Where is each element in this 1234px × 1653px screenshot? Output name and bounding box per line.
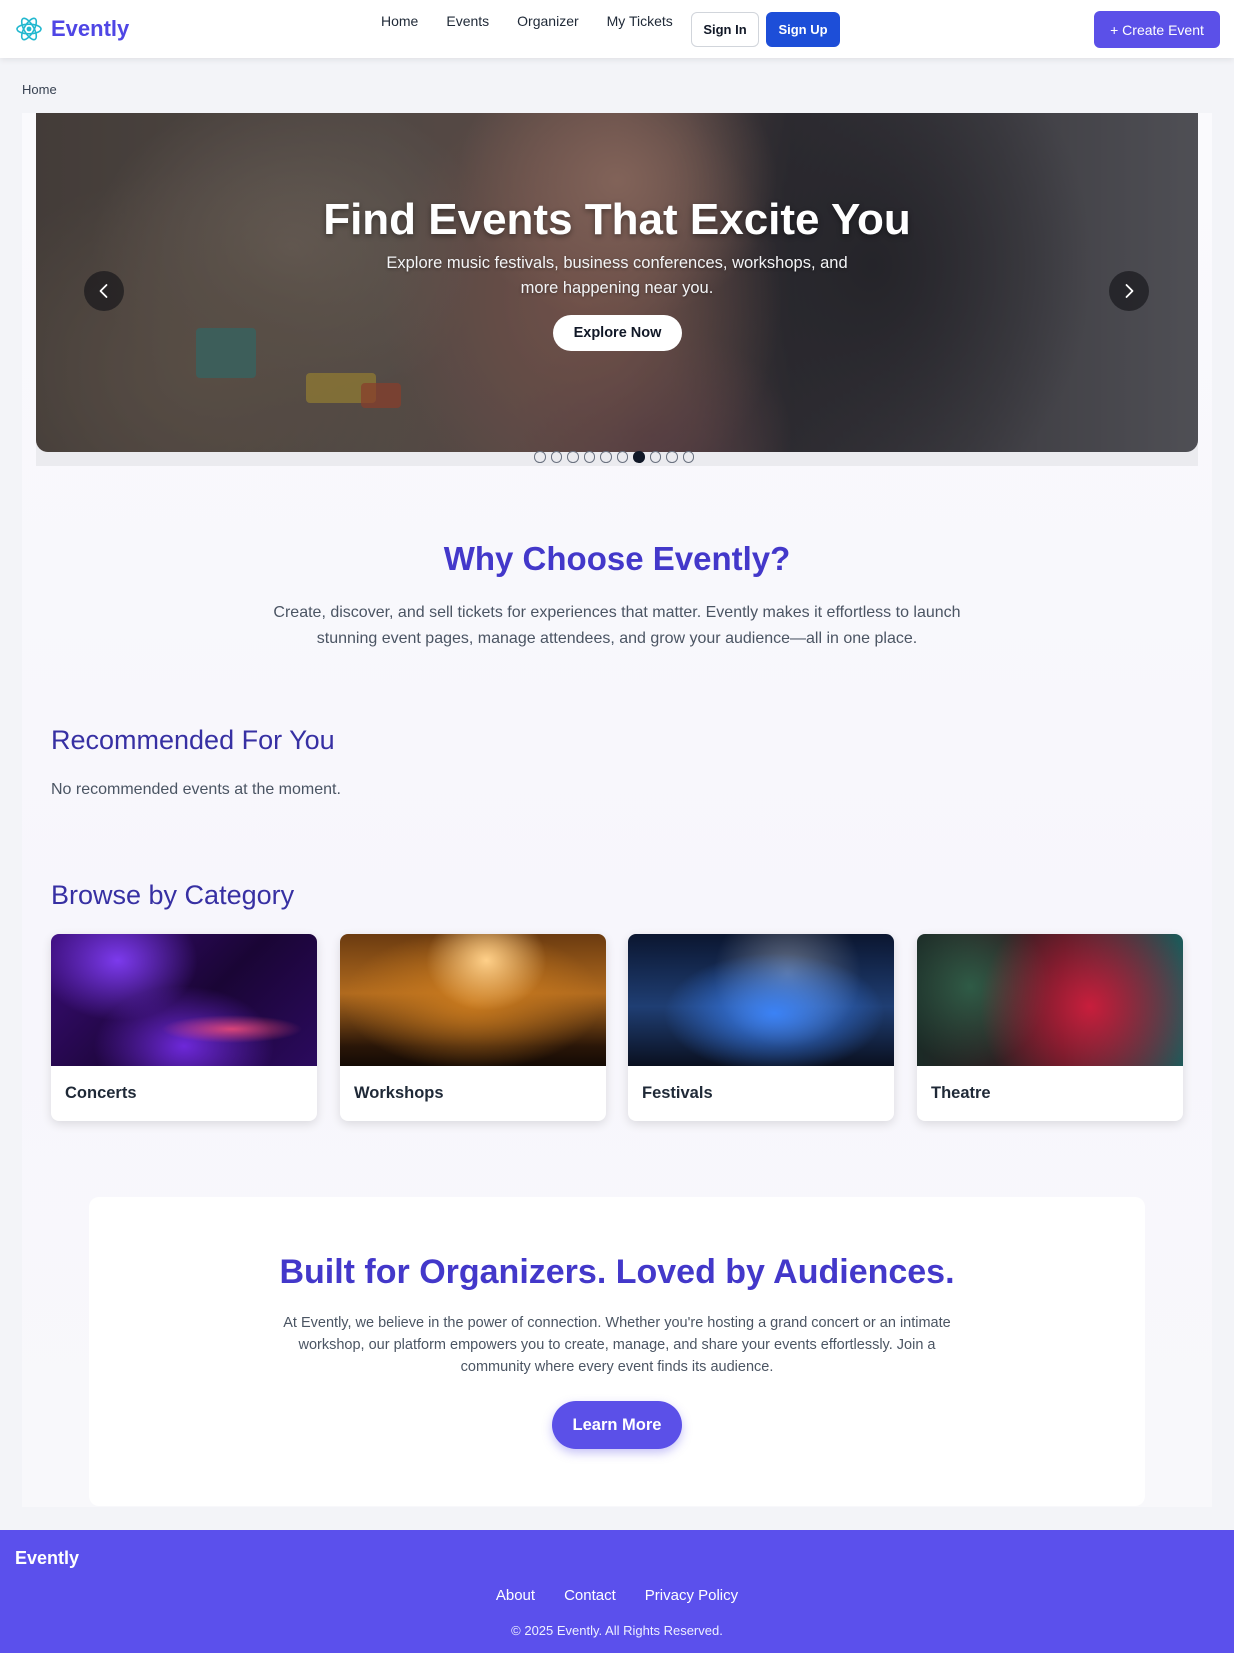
carousel-dot-3[interactable] xyxy=(567,451,579,463)
category-label: Theatre xyxy=(931,1084,991,1102)
carousel-indicators xyxy=(534,451,694,463)
carousel-dot-10[interactable] xyxy=(682,451,694,463)
nav-link-events[interactable]: Events xyxy=(446,13,489,29)
footer-links: About Contact Privacy Policy xyxy=(0,1587,1234,1604)
explore-now-button[interactable]: Explore Now xyxy=(553,315,682,351)
nav-link-home[interactable]: Home xyxy=(381,13,418,29)
category-card-theatre[interactable]: Theatre xyxy=(917,934,1183,1121)
chevron-left-icon xyxy=(99,284,108,298)
footer-copyright: © 2025 Evently. All Rights Reserved. xyxy=(511,1623,723,1638)
footer-link-contact[interactable]: Contact xyxy=(564,1587,616,1604)
footer-brand[interactable]: Evently xyxy=(15,1548,79,1569)
recommended-title: Recommended For You xyxy=(51,725,335,755)
category-label: Festivals xyxy=(642,1084,713,1102)
carousel-dot-7[interactable] xyxy=(633,451,645,463)
category-label: Workshops xyxy=(354,1084,444,1102)
footer-link-privacy-policy[interactable]: Privacy Policy xyxy=(645,1587,738,1604)
hero-title: Find Events That Excite You xyxy=(323,195,911,244)
carousel-dot-2[interactable] xyxy=(550,451,562,463)
navbar: Evently Home Events Organizer My Tickets… xyxy=(0,0,1234,58)
carousel-dot-4[interactable] xyxy=(583,451,595,463)
sign-up-button[interactable]: Sign Up xyxy=(766,12,840,47)
brand-name: Evently xyxy=(51,16,130,41)
category-image-workshops xyxy=(340,934,606,1066)
create-event-button[interactable]: + Create Event xyxy=(1094,11,1220,48)
logo[interactable]: Evently xyxy=(15,14,129,44)
category-label: Concerts xyxy=(65,1084,137,1102)
breadcrumb[interactable]: Home xyxy=(22,82,57,97)
category-image-concerts xyxy=(51,934,317,1066)
carousel-dot-5[interactable] xyxy=(600,451,612,463)
nav-link-my-tickets[interactable]: My Tickets xyxy=(607,13,673,29)
learn-more-button[interactable]: Learn More xyxy=(552,1401,682,1449)
footer-link-about[interactable]: About xyxy=(496,1587,535,1604)
hero-subtitle: Explore music festivals, business confer… xyxy=(386,254,848,297)
category-image-festivals xyxy=(628,934,894,1066)
hero-carousel: Find Events That Excite You Explore musi… xyxy=(36,113,1198,452)
why-text: Create, discover, and sell tickets for e… xyxy=(273,604,961,647)
category-card-concerts[interactable]: Concerts xyxy=(51,934,317,1121)
carousel-dot-6[interactable] xyxy=(616,451,628,463)
carousel-dot-9[interactable] xyxy=(666,451,678,463)
category-card-festivals[interactable]: Festivals xyxy=(628,934,894,1121)
categories-title: Browse by Category xyxy=(51,880,295,910)
nav-link-organizer[interactable]: Organizer xyxy=(517,13,578,29)
carousel-dot-8[interactable] xyxy=(649,451,661,463)
sign-in-button[interactable]: Sign In xyxy=(691,12,759,47)
category-card-workshops[interactable]: Workshops xyxy=(340,934,606,1121)
why-title: Why Choose Evently? xyxy=(443,540,791,577)
carousel-next-button[interactable] xyxy=(1109,271,1149,311)
chevron-right-icon xyxy=(1125,284,1134,298)
category-image-theatre xyxy=(917,934,1183,1066)
footer: Evently About Contact Privacy Policy © 2… xyxy=(0,1530,1234,1653)
main-nav: Home Events Organizer My Tickets xyxy=(381,13,701,29)
atom-icon xyxy=(16,17,42,41)
organizers-text: At Evently, we believe in the power of c… xyxy=(283,1315,951,1375)
carousel-dot-1[interactable] xyxy=(534,451,546,463)
recommended-empty-text: No recommended events at the moment. xyxy=(51,781,341,798)
carousel-prev-button[interactable] xyxy=(84,271,124,311)
organizers-title: Built for Organizers. Loved by Audiences… xyxy=(279,1253,955,1291)
